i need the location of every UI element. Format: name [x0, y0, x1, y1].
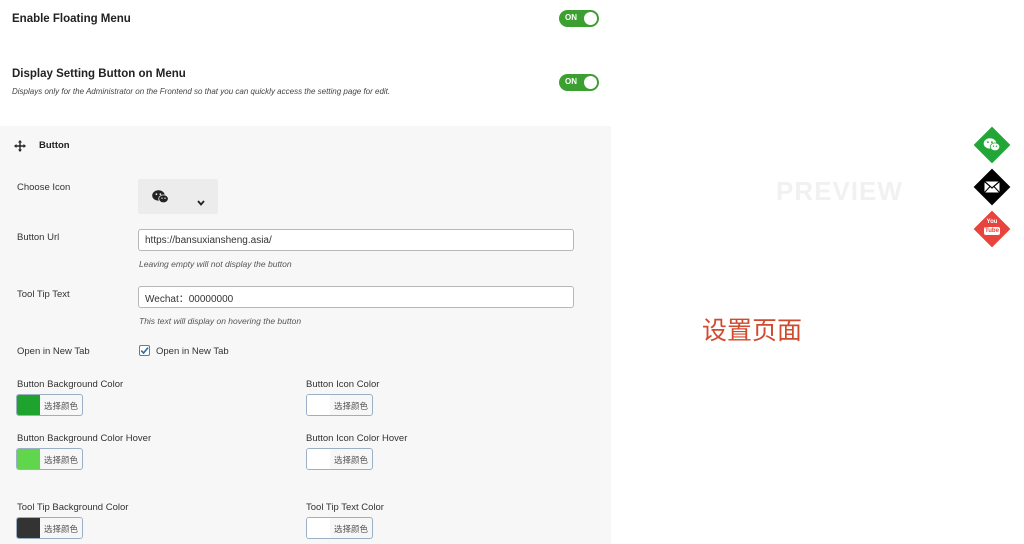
choose-color-text: 选择颜色 [334, 401, 369, 411]
icon-select[interactable] [138, 179, 218, 214]
toggle-state: ON [565, 77, 577, 86]
icon-hover-color-picker[interactable]: 选择颜色 [306, 448, 373, 470]
setting-button-description: Displays only for the Administrator on t… [12, 87, 391, 96]
choose-color-text: 选择颜色 [334, 524, 369, 534]
checkmark-icon [140, 347, 149, 355]
icon-hover-color-label: Button Icon Color Hover [306, 433, 408, 444]
tooltip-bg-color-picker[interactable]: 选择颜色 [16, 517, 83, 539]
youtube-icon: You Tube [984, 219, 1000, 235]
youtube-text-top: You [986, 219, 998, 225]
choose-color-text: 选择颜色 [44, 524, 79, 534]
toggle-knob [584, 76, 597, 89]
choose-color-text: 选择颜色 [44, 455, 79, 465]
button-url-hint: Leaving empty will not display the butto… [139, 259, 292, 269]
move-icon[interactable] [14, 139, 26, 152]
preview-mail-button[interactable] [973, 168, 1011, 206]
new-tab-checkbox[interactable] [139, 345, 150, 356]
wechat-icon [983, 138, 1001, 152]
preview-caption: 设置页面 [702, 316, 803, 345]
tooltip-text-hint: This text will display on hovering the b… [139, 316, 302, 326]
tooltip-text-color-picker[interactable]: 选择颜色 [306, 517, 373, 539]
color-swatch [17, 449, 40, 469]
preview-youtube-button[interactable]: You Tube [973, 210, 1011, 248]
color-swatch [307, 395, 330, 415]
button-url-label: Button Url [17, 232, 60, 243]
preview-watermark: PREVIEW [776, 176, 903, 206]
new-tab-label: Open in New Tab [17, 346, 90, 357]
tooltip-bg-color-label: Tool Tip Background Color [17, 502, 129, 513]
preview-wechat-button[interactable] [973, 126, 1011, 164]
tooltip-text-input[interactable] [138, 286, 574, 308]
mail-icon [984, 181, 1000, 193]
button-settings-panel [0, 126, 611, 544]
chevron-down-icon [197, 193, 205, 211]
tooltip-text-color-label: Tool Tip Text Color [306, 502, 384, 513]
tooltip-text-label: Tool Tip Text [17, 289, 70, 300]
icon-color-picker[interactable]: 选择颜色 [306, 394, 373, 416]
setting-button-toggle[interactable]: ON [559, 74, 599, 91]
color-swatch [307, 518, 330, 538]
floating-menu-toggle[interactable]: ON [559, 10, 599, 27]
floating-menu-title: Enable Floating Menu [12, 13, 131, 25]
panel-header: Button [39, 140, 70, 151]
bg-hover-color-picker[interactable]: 选择颜色 [16, 448, 83, 470]
setting-button-title: Display Setting Button on Menu [12, 68, 186, 80]
choose-icon-label: Choose Icon [17, 182, 71, 193]
color-swatch [17, 518, 40, 538]
bg-hover-color-label: Button Background Color Hover [17, 433, 152, 444]
new-tab-checkbox-label[interactable]: Open in New Tab [156, 346, 229, 357]
color-swatch [17, 395, 40, 415]
toggle-state: ON [565, 13, 577, 22]
toggle-knob [584, 12, 597, 25]
color-swatch [307, 449, 330, 469]
bg-color-label: Button Background Color [17, 379, 124, 390]
wechat-icon [152, 190, 169, 209]
youtube-text-bottom: Tube [984, 227, 1000, 235]
icon-color-label: Button Icon Color [306, 379, 380, 390]
choose-color-text: 选择颜色 [44, 401, 79, 411]
button-url-input[interactable] [138, 229, 574, 251]
bg-color-picker[interactable]: 选择颜色 [16, 394, 83, 416]
choose-color-text: 选择颜色 [334, 455, 369, 465]
